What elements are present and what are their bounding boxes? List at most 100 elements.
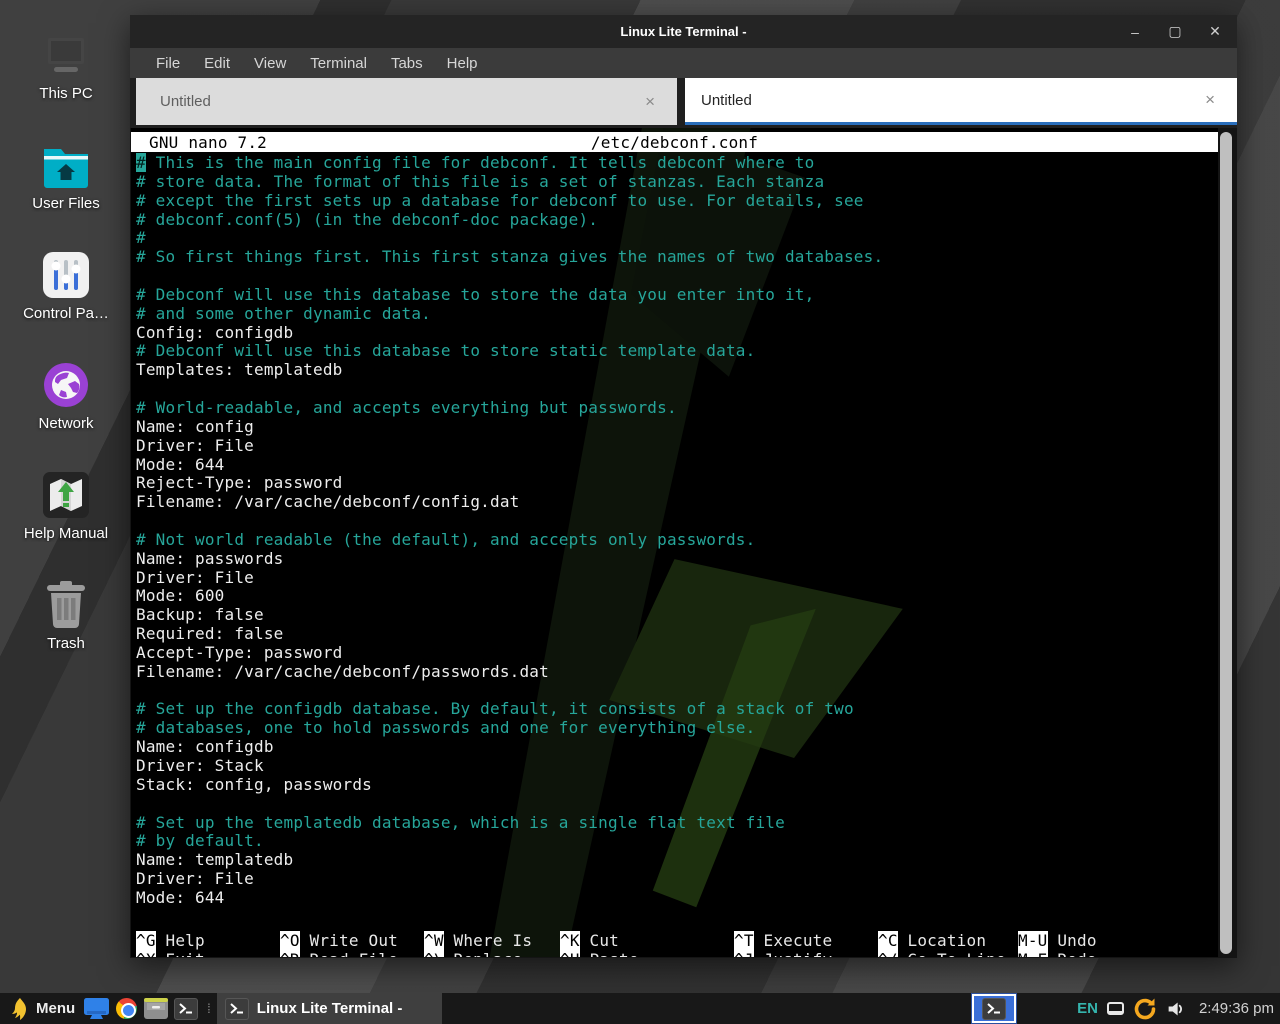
nano-line: Name: templatedb — [136, 851, 1218, 870]
nano-line: Name: passwords — [136, 550, 1218, 569]
terminal-scrollbar[interactable] — [1220, 132, 1232, 954]
window-title: Linux Lite Terminal - — [130, 24, 1237, 39]
file-manager-icon — [84, 998, 109, 1019]
nano-line: # Set up the configdb database. By defau… — [136, 700, 1218, 719]
tab-close-icon[interactable]: × — [637, 92, 663, 112]
menu-file[interactable]: File — [146, 52, 190, 75]
nano-line: Driver: File — [136, 569, 1218, 588]
shortcut-key: ^U — [560, 950, 580, 957]
nano-line: # This is the main config file for debco… — [136, 154, 1218, 173]
start-menu-button[interactable]: Menu — [8, 993, 81, 1024]
desktop-icon-label: This PC — [10, 85, 122, 102]
nano-shortcut-exit: ^X Exit — [136, 950, 205, 957]
nano-line: Accept-Type: password — [136, 644, 1218, 663]
nano-shortcut-undo: M-U Undo — [1018, 931, 1097, 950]
nano-line: Mode: 644 — [136, 889, 1218, 908]
file-manager-launcher[interactable] — [81, 993, 111, 1024]
terminal-tray-indicator[interactable] — [972, 994, 1016, 1023]
nano-line: # Debconf will use this database to stor… — [136, 342, 1218, 361]
tab-close-icon[interactable]: × — [1197, 90, 1223, 110]
nano-line: # and some other dynamic data. — [136, 305, 1218, 324]
window-titlebar[interactable]: Linux Lite Terminal - – ▢ ✕ — [130, 15, 1237, 48]
nano-shortcut-redo: M-E Redo — [1018, 950, 1097, 957]
shortcut-key: ^\ — [424, 950, 444, 957]
volume-icon[interactable] — [1166, 1000, 1186, 1018]
linux-lite-feather-icon — [10, 998, 28, 1020]
nano-filename: /etc/debconf.conf — [131, 133, 1218, 152]
desktop-icon-trash[interactable]: Trash — [10, 578, 122, 652]
desktop-icon-this-pc[interactable]: This PC — [10, 28, 122, 102]
nano-line: Driver: Stack — [136, 757, 1218, 776]
maximize-button[interactable]: ▢ — [1167, 23, 1183, 40]
nano-shortcut-read-file: ^R Read File — [280, 950, 398, 957]
nano-line — [136, 267, 1218, 286]
home-folder-icon — [10, 138, 122, 188]
nano-line: Config: configdb — [136, 324, 1218, 343]
desktop-icon-network[interactable]: Network — [10, 358, 122, 432]
task-button-label: Linux Lite Terminal - — [257, 1000, 403, 1017]
terminal-launcher[interactable] — [171, 993, 201, 1024]
nano-line: Stack: config, passwords — [136, 776, 1218, 795]
tab-0-untitled[interactable]: Untitled× — [136, 78, 677, 125]
terminal-window: Linux Lite Terminal - – ▢ ✕ FileEditView… — [130, 15, 1237, 958]
desktop-icon-control-panel[interactable]: Control Pa… — [10, 248, 122, 322]
menu-help[interactable]: Help — [437, 52, 488, 75]
chrome-icon — [116, 998, 137, 1019]
desktop-icon-label: Trash — [10, 635, 122, 652]
menu-terminal[interactable]: Terminal — [300, 52, 377, 75]
nano-shortcut-go-to-line: ^/ Go To Line — [878, 950, 1006, 957]
desktop-icon-label: Network — [10, 415, 122, 432]
nano-edit-area[interactable]: # This is the main config file for debco… — [136, 154, 1218, 908]
display-tray-icon[interactable] — [1107, 1002, 1124, 1015]
terminal-icon — [174, 998, 198, 1020]
desktop-icon-label: User Files — [10, 195, 122, 212]
nano-line: # Set up the templatedb database, which … — [136, 814, 1218, 833]
keyboard-layout-indicator[interactable]: EN — [1077, 1000, 1098, 1017]
shortcut-key: ^C — [878, 931, 898, 950]
nano-line — [136, 380, 1218, 399]
nano-line: Name: config — [136, 418, 1218, 437]
nano-line: Required: false — [136, 625, 1218, 644]
nano-line: Driver: File — [136, 437, 1218, 456]
archive-launcher[interactable] — [141, 993, 171, 1024]
nano-line — [136, 512, 1218, 531]
nano-shortcut-cut: ^K Cut — [560, 931, 619, 950]
nano-line: Mode: 644 — [136, 456, 1218, 475]
nano-line: # debconf.conf(5) (in the debconf-doc pa… — [136, 211, 1218, 230]
nano-line: Filename: /var/cache/debconf/config.dat — [136, 493, 1218, 512]
tab-bar: Untitled×Untitled× — [130, 78, 1237, 128]
menu-view[interactable]: View — [244, 52, 296, 75]
nano-line: Filename: /var/cache/debconf/passwords.d… — [136, 663, 1218, 682]
text-cursor: # — [136, 153, 146, 172]
close-button[interactable]: ✕ — [1207, 23, 1223, 40]
nano-line: Templates: templatedb — [136, 361, 1218, 380]
task-button-terminal[interactable]: Linux Lite Terminal - — [217, 993, 443, 1024]
nano-shortcut-execute: ^T Execute — [734, 931, 832, 950]
desktop-icon-user-files[interactable]: User Files — [10, 138, 122, 212]
nano-shortcut-justify: ^J Justify — [734, 950, 832, 957]
shortcut-key: ^W — [424, 931, 444, 950]
terminal-screen[interactable]: GNU nano 7.2 /etc/debconf.conf # This is… — [131, 128, 1218, 957]
nano-line: Mode: 600 — [136, 587, 1218, 606]
shortcut-key: ^G — [136, 931, 156, 950]
chrome-launcher[interactable] — [111, 993, 141, 1024]
trash-icon — [10, 578, 122, 628]
shortcut-key: ^X — [136, 950, 156, 957]
taskbar-clock[interactable]: 2:49:36 pm — [1199, 1000, 1274, 1017]
tab-1-untitled[interactable]: Untitled× — [685, 78, 1237, 125]
nano-shortcut-location: ^C Location — [878, 931, 986, 950]
nano-shortcut-help: ^G Help — [136, 931, 205, 950]
nano-line: Name: configdb — [136, 738, 1218, 757]
menu-edit[interactable]: Edit — [194, 52, 240, 75]
taskbar-separator: ⁞ — [201, 1001, 215, 1016]
system-tray: EN 2:49:36 pm — [972, 993, 1274, 1024]
menu-tabs[interactable]: Tabs — [381, 52, 433, 75]
shortcut-key: M-U — [1018, 931, 1048, 950]
desktop-icon-help-manual[interactable]: Help Manual — [10, 468, 122, 542]
terminal-icon — [982, 998, 1006, 1020]
terminal-icon — [225, 998, 249, 1020]
updates-tray-icon[interactable] — [1133, 997, 1157, 1021]
taskbar: Menu ⁞ Linux Lite Terminal - — [0, 993, 1280, 1024]
shortcut-key: ^O — [280, 931, 300, 950]
minimize-button[interactable]: – — [1127, 24, 1143, 40]
